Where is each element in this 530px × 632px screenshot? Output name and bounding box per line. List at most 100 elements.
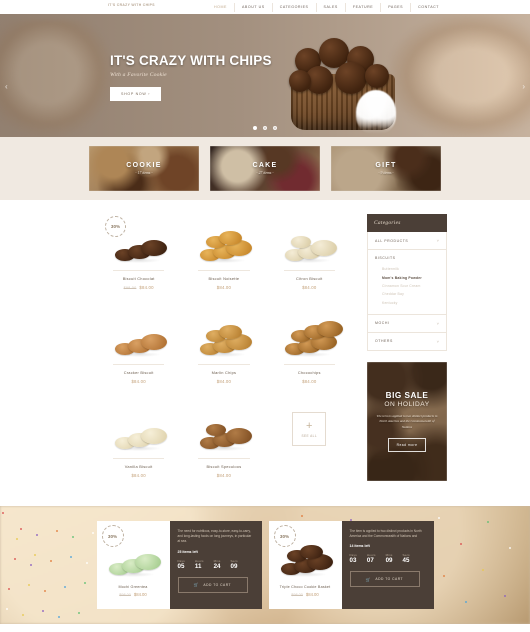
sidebar-subitem-cinnamon-sour-cream[interactable]: Cinnamon Sour Cream [375, 282, 439, 290]
top-header: IT'S CRAZY WITH CHIPS HOME ABOUT US CATEGO… [0, 0, 530, 14]
sidebar-item-label: OTHERS [375, 339, 393, 344]
deal-description: The need for nutritious, easy-to-store, … [177, 529, 252, 544]
sidebar-item-others[interactable]: OTHERS ˅ [368, 333, 446, 350]
product-card[interactable]: Citron Biscuit $84.00 [267, 214, 352, 308]
sidebar-subitem-kentucky[interactable]: Kentucky [375, 299, 439, 307]
sidebar-subitem-buttermilk[interactable]: Buttermilk [375, 265, 439, 273]
product-card[interactable]: Marlin Chips $84.00 [181, 308, 266, 402]
promo-read-more-button[interactable]: Read more [387, 437, 427, 452]
product-card[interactable]: Vanilla Biscuit $84.00 [96, 402, 181, 496]
nav-item-home[interactable]: HOME [208, 3, 234, 12]
slider-dot-2[interactable] [263, 126, 267, 130]
see-all-button[interactable]: + SEE ALL [292, 412, 327, 446]
product-price: $84.00 [270, 379, 349, 384]
countdown-timer: Days 05 Hours 11 Mins 24 Secs 09 [178, 559, 254, 571]
slider-prev-icon[interactable]: ‹ [5, 82, 8, 91]
nav-item-categories[interactable]: CATEGORIES [271, 2, 316, 12]
countdown-unit: Hours 11 [195, 559, 204, 571]
category-name: COOKIE [126, 162, 162, 169]
add-to-cart-label: ADD TO CART [375, 577, 404, 582]
deals-section: 30% Mochi Greentea $98.00 $84.00 The need fo… [0, 506, 530, 624]
product-card[interactable]: 30% Biscuit Chocolat $98.00 $84.00 [96, 214, 181, 308]
promo-banner[interactable]: BIG SALE ON HOLIDAY The term is applied … [367, 361, 447, 481]
sidebar: Categories ALL PRODUCTS ˅ BISCUITS Butte… [367, 214, 447, 496]
countdown-value: 11 [194, 562, 202, 570]
countdown-value: 05 [177, 562, 185, 570]
chevron-down-icon: ˅ [436, 338, 439, 344]
product-name: Biscuit Noisette [198, 270, 250, 281]
nav-item-feature[interactable]: FEATURE [344, 2, 380, 12]
main-content: 30% Biscuit Chocolat $98.00 $84.00 Biscuit N… [0, 200, 530, 506]
product-price: $84.00 [184, 379, 263, 384]
discount-badge: 30% [101, 525, 124, 547]
product-card[interactable]: Chocochips $84.00 [267, 308, 352, 402]
sidebar-item-label: MOCHI [375, 321, 390, 326]
product-name: Vanilla Biscuit [113, 458, 165, 469]
category-count: - 27 items - [256, 171, 274, 175]
category-tile-cake[interactable]: CAKE - 27 items - [210, 146, 320, 191]
product-image [109, 407, 169, 453]
sidebar-item-label: ALL PRODUCTS [375, 238, 409, 243]
product-current-price: $84.00 [216, 379, 232, 384]
plus-icon: + [306, 419, 313, 432]
sidebar-item-all-products[interactable]: ALL PRODUCTS ˅ [368, 232, 446, 250]
product-image [194, 407, 254, 453]
category-tile-gift[interactable]: GIFT - 9 items - [331, 146, 441, 191]
countdown-unit: Secs 09 [231, 559, 238, 571]
add-to-cart-button[interactable]: 🛒 ADD TO CART [349, 571, 420, 588]
product-old-price: $98.00 [123, 286, 137, 290]
product-name: Cracker Biscuit [113, 364, 165, 375]
product-current-price: $84.00 [216, 473, 232, 478]
product-name: Biscuit Speculoos [198, 458, 250, 469]
slider-dot-1[interactable] [253, 126, 257, 130]
countdown-unit: Days 05 [178, 559, 185, 571]
deal-card[interactable]: 30% Mochi Greentea $98.00 $84.00 The need fo… [96, 521, 262, 609]
add-to-cart-button[interactable]: 🛒 ADD TO CART [177, 576, 248, 593]
slider-dot-3[interactable] [273, 126, 277, 130]
product-image [279, 219, 339, 265]
sidebar-group-label: BISCUITS [375, 256, 396, 260]
product-price: $84.00 [99, 473, 178, 478]
countdown-unit: Secs 45 [403, 553, 410, 565]
product-image-wrap [99, 402, 178, 458]
deals-row: 30% Mochi Greentea $98.00 $84.00 The need fo… [0, 506, 530, 624]
countdown-value: 09 [385, 557, 393, 565]
nav-item-about-us[interactable]: ABOUT US [233, 2, 272, 12]
deal-items-left: 14 items left [349, 544, 370, 549]
nav-item-contact[interactable]: CONTACT [410, 2, 446, 12]
product-current-price: $84.00 [139, 285, 154, 290]
countdown-timer: Days 03 Hours 07 Mins 09 Secs 45 [350, 553, 426, 565]
site-logo[interactable]: IT'S CRAZY WITH CHIPS [108, 3, 155, 7]
sidebar-subitem-mom-s-baking-powder[interactable]: Mom's Baking Powder [375, 273, 439, 281]
product-card[interactable]: Biscuit Noisette $84.00 [181, 214, 266, 308]
product-name: Biscuit Chocolat [113, 270, 165, 281]
sidebar-title: Categories [367, 214, 447, 232]
category-tile-cookie[interactable]: COOKIE - 17 items - [89, 146, 199, 191]
product-image-wrap [184, 214, 263, 270]
sidebar-item-mochi[interactable]: MOCHI ˅ [368, 315, 446, 333]
discount-badge: 30% [273, 525, 296, 547]
nav-item-sales[interactable]: SALES [315, 2, 345, 12]
product-card[interactable]: Biscuit Speculoos $84.00 [181, 402, 266, 496]
countdown-value: 09 [230, 562, 238, 570]
product-image-wrap [99, 308, 178, 364]
sidebar-subitem-cheddar-bay[interactable]: Cheddar Bay [375, 290, 439, 298]
category-name: GIFT [375, 162, 397, 169]
product-image [109, 313, 169, 359]
deal-card[interactable]: 30% Triple Choco Cookie Basket $98.00 $84.0… [268, 521, 434, 609]
see-all-tile[interactable]: + SEE ALL [267, 402, 352, 496]
deal-price: $98.00 $84.00 [291, 592, 318, 597]
product-image [194, 313, 254, 359]
shop-now-button[interactable]: SHOP NOW › [110, 87, 162, 101]
product-image-wrap [270, 214, 349, 270]
product-card[interactable]: Cracker Biscuit $84.00 [96, 308, 181, 402]
slider-next-icon[interactable]: › [522, 82, 525, 91]
product-price: $84.00 [184, 285, 263, 290]
deal-info: The item is applied to two distinct prod… [341, 521, 434, 609]
cart-icon: 🛒 [365, 576, 372, 582]
countdown-value: 07 [366, 557, 374, 565]
product-price: $84.00 [270, 285, 349, 290]
product-name: Marlin Chips [198, 364, 250, 375]
product-current-price: $84.00 [131, 473, 146, 478]
nav-item-pages[interactable]: PAGES [380, 2, 410, 12]
